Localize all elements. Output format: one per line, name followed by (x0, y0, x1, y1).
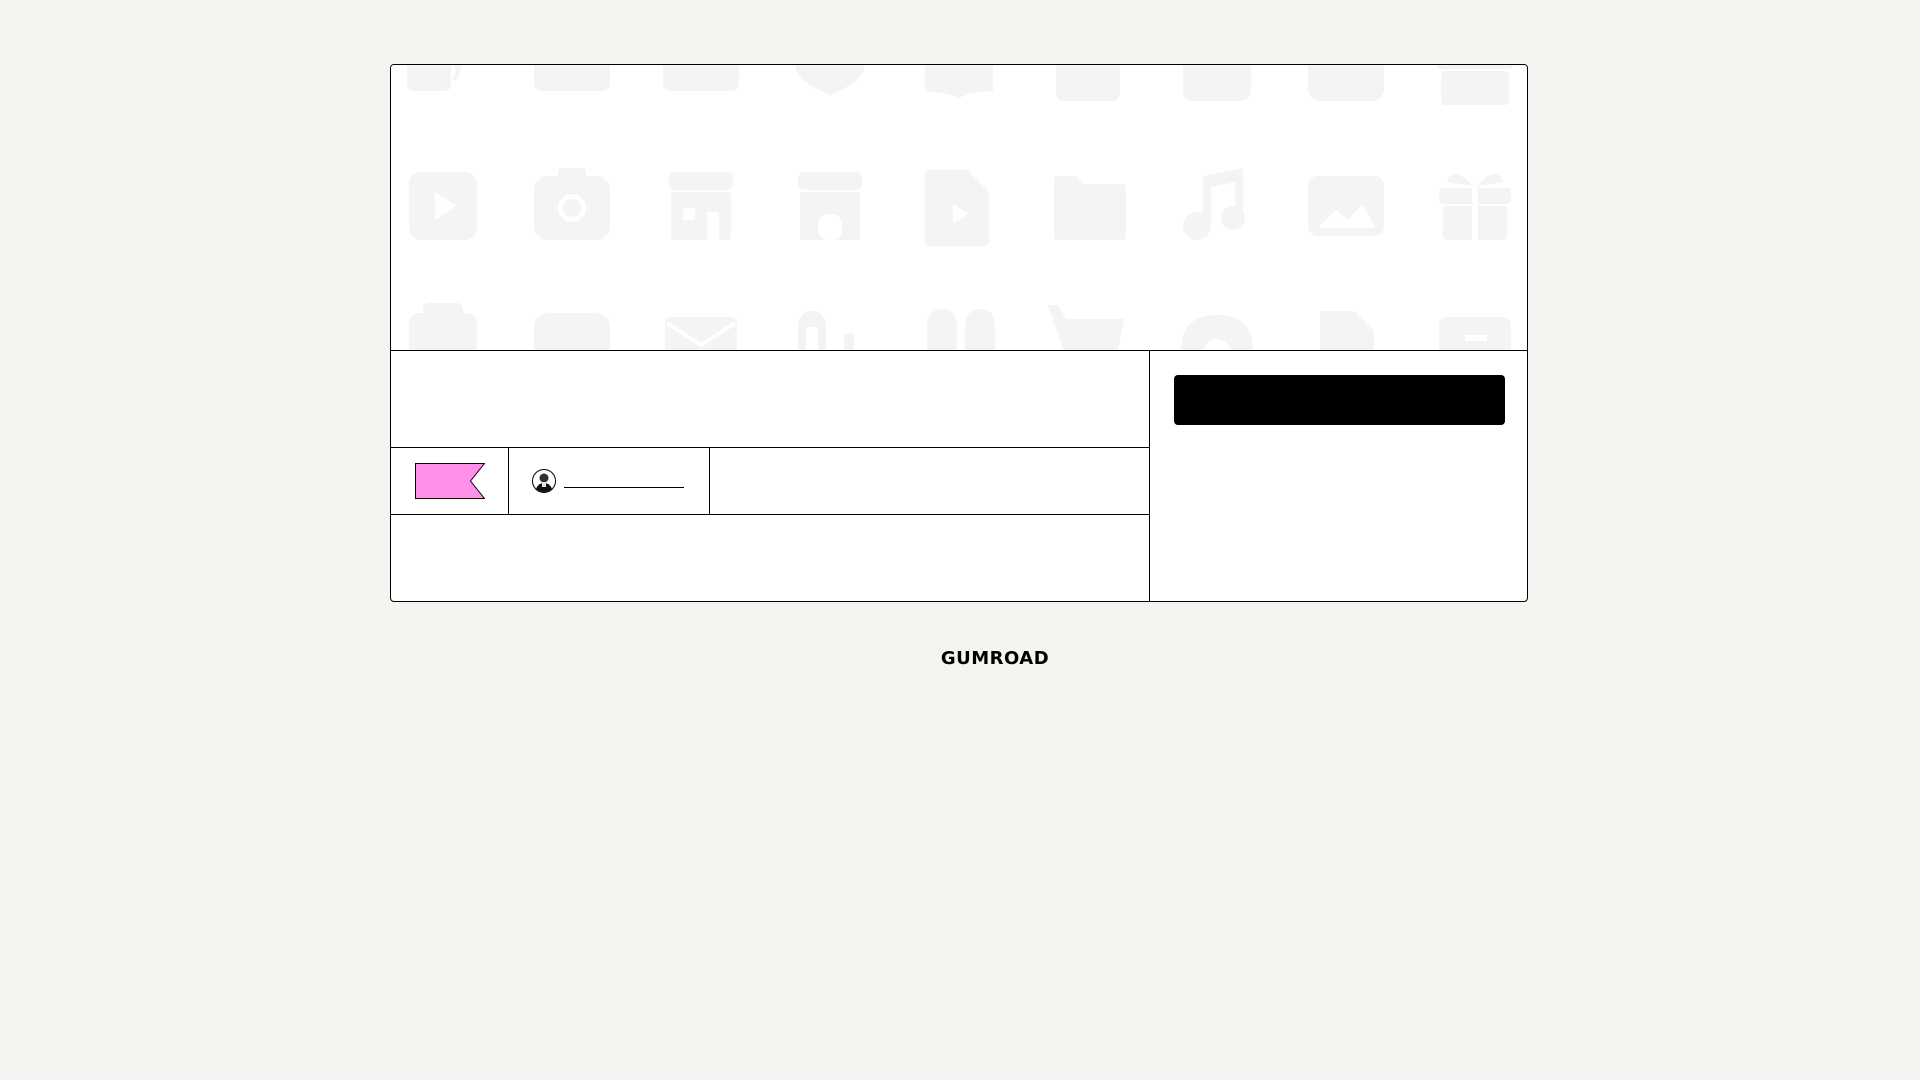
folder-icon (1054, 176, 1126, 240)
mail-icon (663, 65, 739, 91)
headphones-icon (1181, 315, 1253, 350)
product-meta-row (391, 448, 1149, 515)
product-card: .ic{fill:#f4f4f2;} (390, 64, 1528, 602)
product-description (391, 515, 1149, 601)
creator-link[interactable] (509, 448, 710, 514)
rating-cell (710, 448, 1149, 514)
cover-icon-pattern: .ic{fill:#f4f4f2;} (407, 65, 1513, 350)
gamepad-icon (534, 313, 610, 350)
play-icon (409, 172, 477, 240)
gumroad-logo[interactable]: GUMROAD (940, 648, 1050, 669)
video-file-icon (925, 170, 989, 246)
product-title (391, 351, 1149, 448)
person-icon (535, 473, 553, 492)
price-tag (414, 463, 485, 499)
storefront-icon (669, 172, 733, 240)
storefront-icon (798, 172, 862, 240)
envelope-icon (665, 317, 737, 350)
play-icon (1183, 65, 1251, 101)
product-info (391, 351, 1150, 601)
wallet-icon (1439, 317, 1511, 350)
camera-icon (534, 168, 610, 240)
photo-camera-icon (409, 303, 477, 350)
megaphone-icon (407, 65, 461, 91)
camera-icon (1308, 65, 1384, 101)
creator-avatar (532, 469, 556, 493)
creator-name (564, 481, 684, 488)
book-icon (925, 65, 993, 99)
gift-icon (1439, 173, 1511, 240)
stats-bars-icon (798, 311, 854, 350)
document-icon (1320, 311, 1374, 350)
image-icon (1308, 176, 1384, 236)
gumroad-logo-text: GUMROAD (940, 648, 1050, 669)
gift-icon (1437, 65, 1513, 105)
newspaper-icon (1056, 65, 1120, 101)
shopping-cart-icon (1048, 305, 1124, 350)
music-note-icon (1183, 168, 1245, 240)
product-cover: .ic{fill:#f4f4f2;} (391, 65, 1527, 351)
purchase-panel (1150, 351, 1527, 601)
video-camera-icon (534, 65, 610, 91)
buy-button[interactable] (1174, 375, 1505, 425)
price-cell (391, 448, 509, 514)
shield-icon (796, 65, 864, 95)
quote-icon (927, 309, 995, 350)
